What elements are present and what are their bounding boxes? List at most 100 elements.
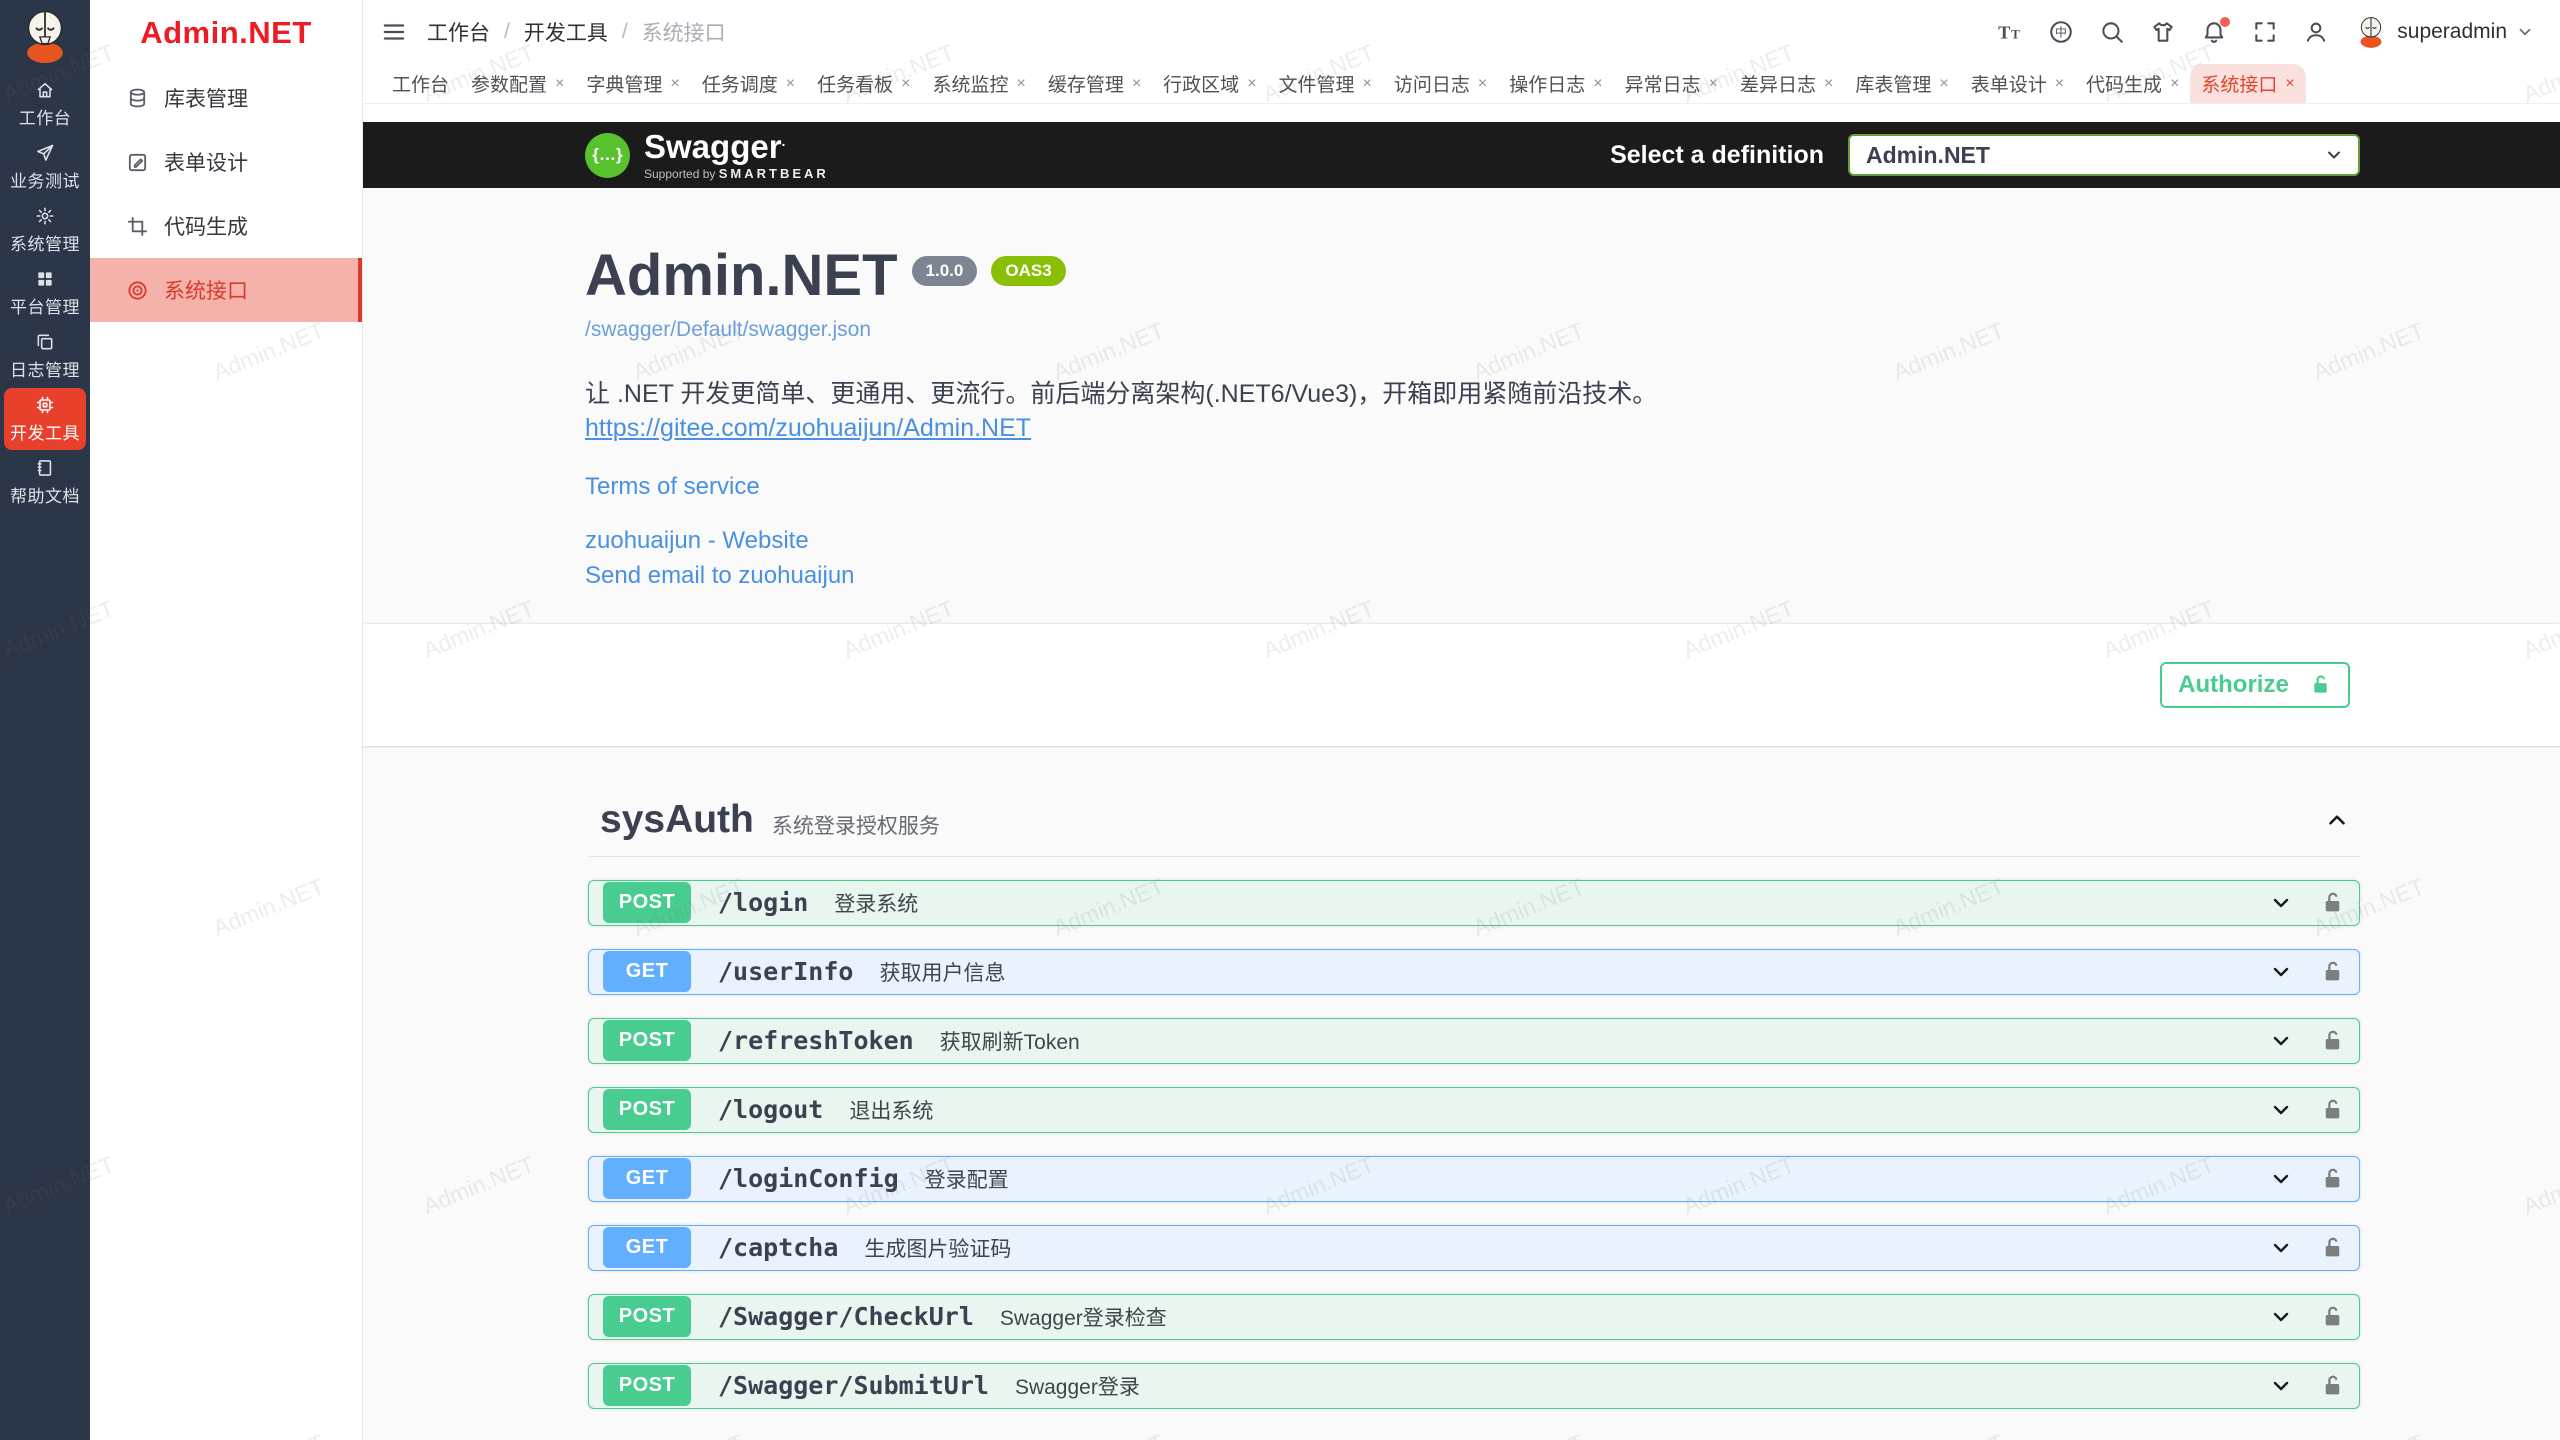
close-icon[interactable]: × xyxy=(1132,76,1141,92)
breadcrumb-item-1[interactable]: 开发工具 xyxy=(524,17,608,47)
tab-8[interactable]: 文件管理 × xyxy=(1268,64,1383,103)
rail-item-0[interactable]: 工作台 xyxy=(4,73,86,135)
tab-5[interactable]: 系统监控× xyxy=(921,64,1036,103)
authorize-button[interactable]: Authorize xyxy=(2160,662,2350,708)
authorize-label: Authorize xyxy=(2178,671,2289,699)
close-icon[interactable]: × xyxy=(2055,76,2064,92)
close-icon[interactable]: × xyxy=(901,76,910,92)
close-icon[interactable]: × xyxy=(1939,76,1948,92)
close-icon[interactable]: × xyxy=(1709,76,1718,92)
notification-badge xyxy=(2220,17,2230,27)
language-icon[interactable]: 中 xyxy=(2048,19,2074,45)
profile-icon[interactable] xyxy=(2303,19,2329,45)
op-row-/Swagger/SubmitUrl[interactable]: POST/Swagger/SubmitUrlSwagger登录 xyxy=(588,1363,2360,1409)
close-icon[interactable]: × xyxy=(1363,76,1372,92)
auth-lock-icon xyxy=(2320,1166,2345,1191)
tab-16[interactable]: 系统接口× xyxy=(2190,64,2305,103)
method-badge: POST xyxy=(603,882,691,923)
main-area: 工作台/开发工具/系统接口 TT中superadmin 工作台参数配置×字典管理… xyxy=(363,0,2560,1440)
collapse-menu-icon[interactable] xyxy=(381,19,407,45)
rail-item-6[interactable]: 帮助文档 xyxy=(4,451,86,513)
expand-operation-icon xyxy=(2269,891,2293,915)
definition-select[interactable]: Admin.NET xyxy=(1848,134,2360,176)
close-icon[interactable]: × xyxy=(1824,76,1833,92)
section-subtitle: 系统登录授权服务 xyxy=(772,810,940,840)
sidebar-item-3[interactable]: 系统接口 xyxy=(90,258,362,322)
sidebar-item-0[interactable]: 库表管理 xyxy=(90,66,362,130)
tab-13[interactable]: 库表管理× xyxy=(1844,64,1959,103)
font-size-icon[interactable]: TT xyxy=(1997,19,2023,45)
book-icon xyxy=(35,458,55,478)
expand-operation-icon xyxy=(2269,1098,2293,1122)
sidebar-item-2[interactable]: 代码生成 xyxy=(90,194,362,258)
close-icon[interactable]: × xyxy=(555,76,564,92)
tab-label: 文件管理 xyxy=(1279,70,1355,97)
tab-11[interactable]: 异常日志× xyxy=(1614,64,1729,103)
user-name: superadmin xyxy=(2397,20,2507,44)
op-row-/Swagger/CheckUrl[interactable]: POST/Swagger/CheckUrlSwagger登录检查 xyxy=(588,1294,2360,1340)
contact-website-link[interactable]: zuohuaijun - Website xyxy=(585,527,2360,555)
op-row-/logout[interactable]: POST/logout退出系统 xyxy=(588,1087,2360,1133)
page-content: {…} Swagger. Supported by SMARTBEAR Sele… xyxy=(363,104,2560,1440)
theme-icon[interactable] xyxy=(2150,19,2176,45)
rail-item-5[interactable]: 开发工具 xyxy=(4,388,86,450)
tab-3[interactable]: 任务调度× xyxy=(691,64,806,103)
op-row-/login[interactable]: POST/login登录系统 xyxy=(588,880,2360,926)
tab-10[interactable]: 操作日志× xyxy=(1498,64,1613,103)
close-icon[interactable]: × xyxy=(1016,76,1025,92)
tab-label: 任务看板 xyxy=(817,70,893,97)
user-avatar xyxy=(2354,15,2388,49)
swagger-brand-name: Swagger xyxy=(644,128,782,165)
op-row-/loginConfig[interactable]: GET/loginConfig登录配置 xyxy=(588,1156,2360,1202)
rail-item-4[interactable]: 日志管理 xyxy=(4,325,86,387)
rail-item-3[interactable]: 平台管理 xyxy=(4,262,86,324)
breadcrumb-item-0[interactable]: 工作台 xyxy=(427,17,490,47)
repo-link[interactable]: https://gitee.com/zuohuaijun/Admin.NET xyxy=(585,414,1031,443)
terms-of-service-link[interactable]: Terms of service xyxy=(585,473,2360,501)
op-controls xyxy=(2269,1373,2345,1398)
tab-4[interactable]: 任务看板 × xyxy=(806,64,921,103)
rail-item-label: 系统管理 xyxy=(10,230,80,255)
contact-email-link[interactable]: Send email to zuohuaijun xyxy=(585,562,2360,590)
section-collapse-icon xyxy=(2324,807,2350,833)
app-logo[interactable] xyxy=(17,0,73,72)
breadcrumb-separator: / xyxy=(504,20,510,44)
tab-1[interactable]: 参数配置× xyxy=(460,64,575,103)
operations-list: sysAuth系统登录授权服务 POST/login登录系统 GET/userInf… xyxy=(363,746,2560,1440)
search-icon[interactable] xyxy=(2099,19,2125,45)
close-icon[interactable]: × xyxy=(1478,76,1487,92)
op-row-/captcha[interactable]: GET/captcha生成图片验证码 xyxy=(588,1225,2360,1271)
tab-12[interactable]: 差异日志× xyxy=(1729,64,1844,103)
op-controls xyxy=(2269,1304,2345,1329)
close-icon[interactable]: × xyxy=(2170,76,2179,92)
close-icon[interactable]: × xyxy=(786,76,795,92)
expand-operation-icon xyxy=(2269,1305,2293,1329)
tab-label: 字典管理 xyxy=(586,70,662,97)
op-controls xyxy=(2269,1166,2345,1191)
swagger-ui: {…} Swagger. Supported by SMARTBEAR Sele… xyxy=(363,122,2560,1440)
tab-7[interactable]: 行政区域× xyxy=(1152,64,1267,103)
close-icon[interactable]: × xyxy=(1593,76,1602,92)
rail-item-1[interactable]: 业务测试 xyxy=(4,136,86,198)
tab-14[interactable]: 表单设计× xyxy=(1960,64,2075,103)
op-row-/userInfo[interactable]: GET/userInfo获取用户信息 xyxy=(588,949,2360,995)
database-icon xyxy=(126,87,149,110)
method-badge: POST xyxy=(603,1089,691,1130)
tab-6[interactable]: 缓存管理× xyxy=(1037,64,1152,103)
spec-url-link[interactable]: /swagger/Default/swagger.json xyxy=(585,318,871,342)
close-icon[interactable]: × xyxy=(2285,76,2294,92)
notification-icon[interactable] xyxy=(2201,19,2227,45)
tab-2[interactable]: 字典管理 × xyxy=(575,64,690,103)
unlock-icon xyxy=(2309,673,2332,696)
tab-9[interactable]: 访问日志× xyxy=(1383,64,1498,103)
user-menu[interactable]: superadmin xyxy=(2354,15,2534,49)
tab-0[interactable]: 工作台 xyxy=(381,64,460,103)
fullscreen-icon[interactable] xyxy=(2252,19,2278,45)
rail-item-2[interactable]: 系统管理 xyxy=(4,199,86,261)
close-icon[interactable]: × xyxy=(670,76,679,92)
tab-15[interactable]: 代码生成× xyxy=(2075,64,2190,103)
op-row-/refreshToken[interactable]: POST/refreshToken获取刷新Token xyxy=(588,1018,2360,1064)
sidebar-item-1[interactable]: 表单设计 xyxy=(90,130,362,194)
section-header-sysAuth[interactable]: sysAuth系统登录授权服务 xyxy=(588,786,2360,857)
close-icon[interactable]: × xyxy=(1247,76,1256,92)
